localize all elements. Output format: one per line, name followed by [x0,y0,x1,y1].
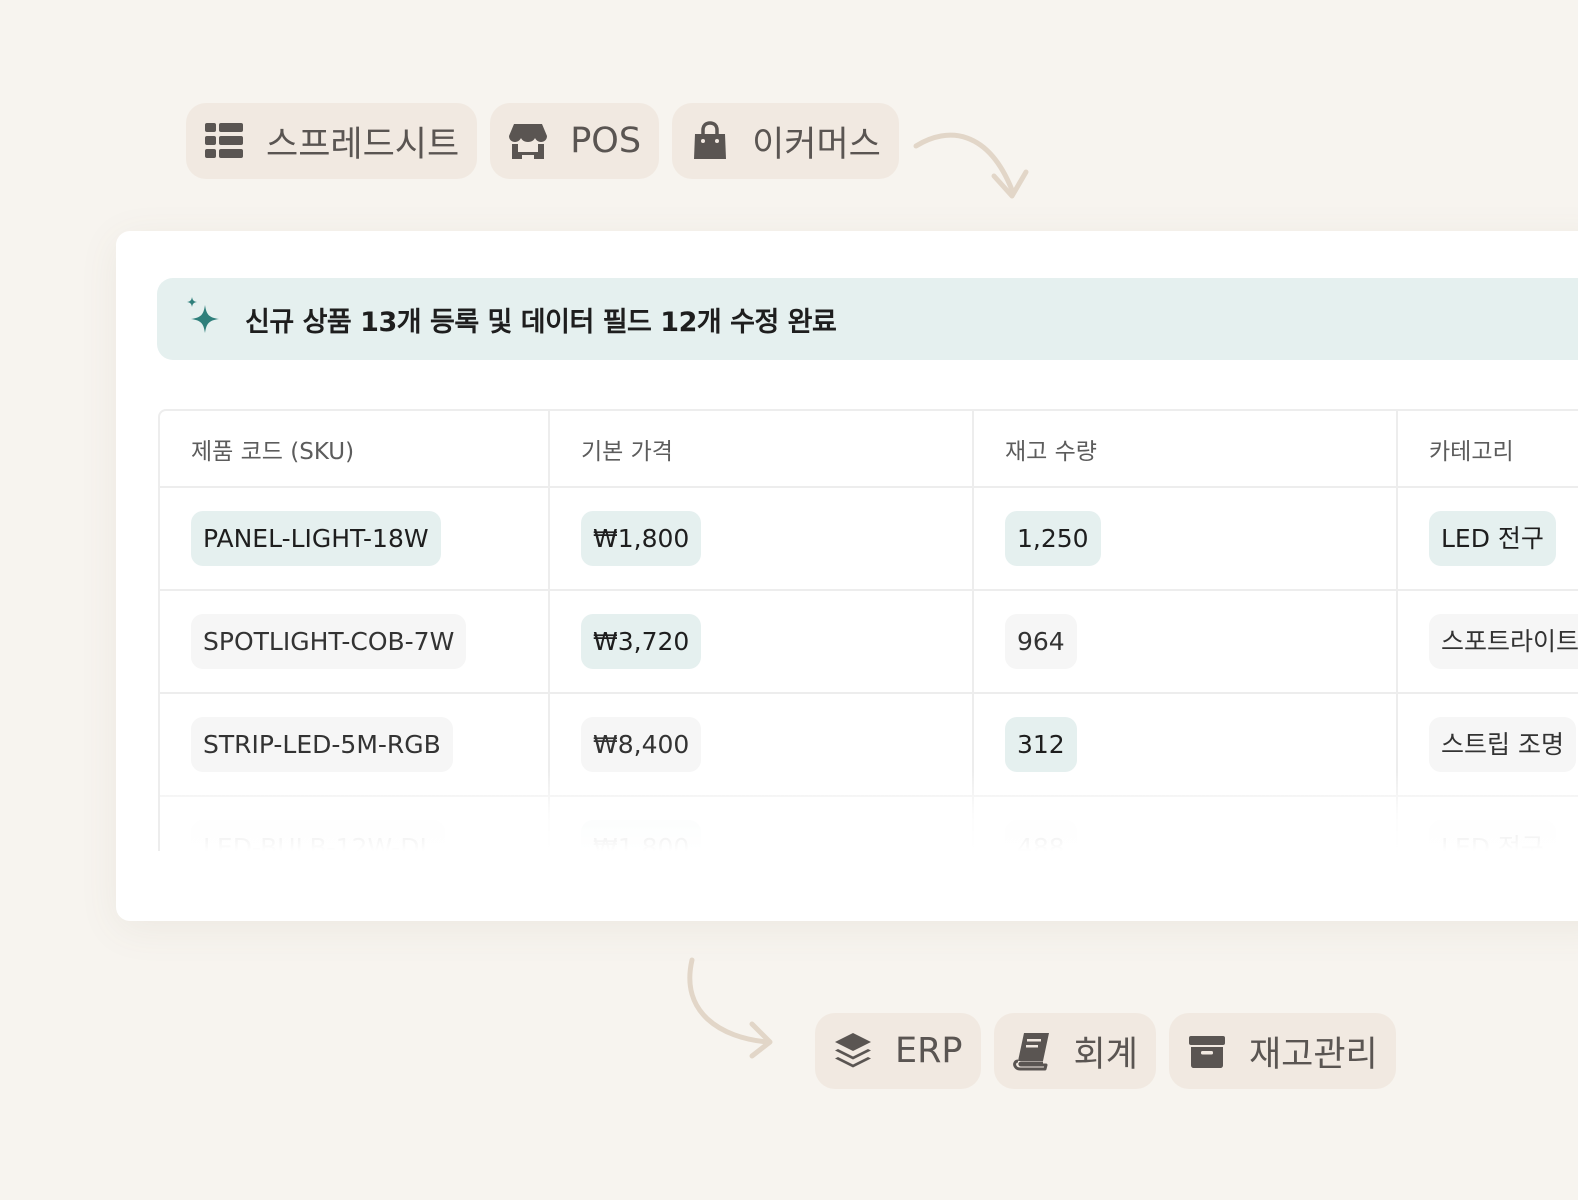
value-chip: 1,250 [1005,511,1101,566]
cell-category[interactable]: 스트립 조명 [1397,693,1578,797]
cell-quantity[interactable]: 1,250 [973,487,1398,591]
column-header-category[interactable]: 카테고리 [1397,411,1578,488]
column-header-sku[interactable]: 제품 코드 (SKU) [160,411,550,488]
table-row[interactable]: STRIP-LED-5M-RGB ₩8,400 312 스트립 조명 [160,693,1578,797]
source-pill-spreadsheet[interactable]: 스프레드시트 [186,103,478,179]
cell-quantity[interactable]: 312 [973,693,1398,797]
target-pill-accounting[interactable]: 회계 [993,1013,1156,1089]
cell-price[interactable]: ₩8,400 [549,693,974,797]
target-label: 재고관리 [1248,1034,1378,1075]
target-pills: ERP 회계 재고관리 [815,1013,1396,1089]
flow-arrow-out [680,952,790,1062]
grid-icon [204,121,244,161]
cell-sku[interactable]: PANEL-LIGHT-18W [160,487,550,591]
cell-price[interactable]: ₩1,800 [549,487,974,591]
cell-price[interactable]: ₩3,720 [549,590,974,694]
value-chip: STRIP-LED-5M-RGB [191,717,453,772]
cell-sku[interactable]: LED-BULB-12W-DL [160,796,550,851]
cell-category[interactable]: LED 전구 [1397,796,1578,851]
column-header-price[interactable]: 기본 가격 [549,411,974,488]
value-chip: LED 전구 [1429,511,1556,566]
archive-box-icon [1187,1031,1227,1071]
value-chip: ₩1,800 [581,820,702,851]
table-header-row: 제품 코드 (SKU) 기본 가격 재고 수량 카테고리 [160,411,1578,488]
source-label: 스프레드시트 [266,124,460,165]
product-table: 제품 코드 (SKU) 기본 가격 재고 수량 카테고리 PANEL-LIGHT… [158,409,1578,851]
target-pill-inventory[interactable]: 재고관리 [1168,1013,1396,1089]
value-chip: SPOTLIGHT-COB-7W [191,614,467,669]
cell-quantity[interactable]: 488 [973,796,1398,851]
banner-message: 신규 상품 13개 등록 및 데이터 필드 12개 수정 완료 [245,306,837,338]
layers-icon [833,1031,873,1071]
target-pill-erp[interactable]: ERP [815,1013,981,1089]
value-chip: ₩3,720 [581,614,702,669]
source-pills: 스프레드시트 POS 이커머스 [186,103,899,179]
value-chip: LED 전구 [1429,820,1556,851]
integration-illustration: 스프레드시트 POS 이커머스 신규 상품 13개 등록 및 데이터 필드 12… [0,0,1578,1200]
source-label: POS [570,121,642,161]
value-chip: ₩8,400 [581,717,702,772]
value-chip: 스트립 조명 [1429,717,1576,772]
table-row[interactable]: LED-BULB-12W-DL ₩1,800 488 LED 전구 [160,796,1578,851]
value-chip: 488 [1005,820,1077,851]
source-pill-ecommerce[interactable]: 이커머스 [672,103,899,179]
source-label: 이커머스 [752,124,881,165]
target-label: 회계 [1073,1034,1138,1075]
cell-sku[interactable]: SPOTLIGHT-COB-7W [160,590,550,694]
value-chip: 312 [1005,717,1077,772]
cell-sku[interactable]: STRIP-LED-5M-RGB [160,693,550,797]
value-chip: 964 [1005,614,1077,669]
cell-price[interactable]: ₩1,800 [549,796,974,851]
flow-arrow-in [908,120,1038,210]
value-chip: ₩1,800 [581,511,702,566]
cell-quantity[interactable]: 964 [973,590,1398,694]
book-icon [1012,1031,1052,1071]
success-banner: 신규 상품 13개 등록 및 데이터 필드 12개 수정 완료 [157,278,1578,360]
sync-result-card: 신규 상품 13개 등록 및 데이터 필드 12개 수정 완료 제품 코드 (S… [116,231,1578,921]
store-icon [508,121,548,161]
sparkle-icon [183,297,227,341]
table-row[interactable]: PANEL-LIGHT-18W ₩1,800 1,250 LED 전구 [160,487,1578,591]
column-header-quantity[interactable]: 재고 수량 [973,411,1398,488]
table-row[interactable]: SPOTLIGHT-COB-7W ₩3,720 964 스포트라이트 [160,590,1578,694]
cell-category[interactable]: LED 전구 [1397,487,1578,591]
value-chip: LED-BULB-12W-DL [191,820,446,851]
target-label: ERP [895,1031,963,1071]
source-pill-pos[interactable]: POS [490,103,660,179]
shopping-bag-icon [690,121,730,161]
value-chip: 스포트라이트 [1429,614,1578,669]
cell-category[interactable]: 스포트라이트 [1397,590,1578,694]
value-chip: PANEL-LIGHT-18W [191,511,441,566]
